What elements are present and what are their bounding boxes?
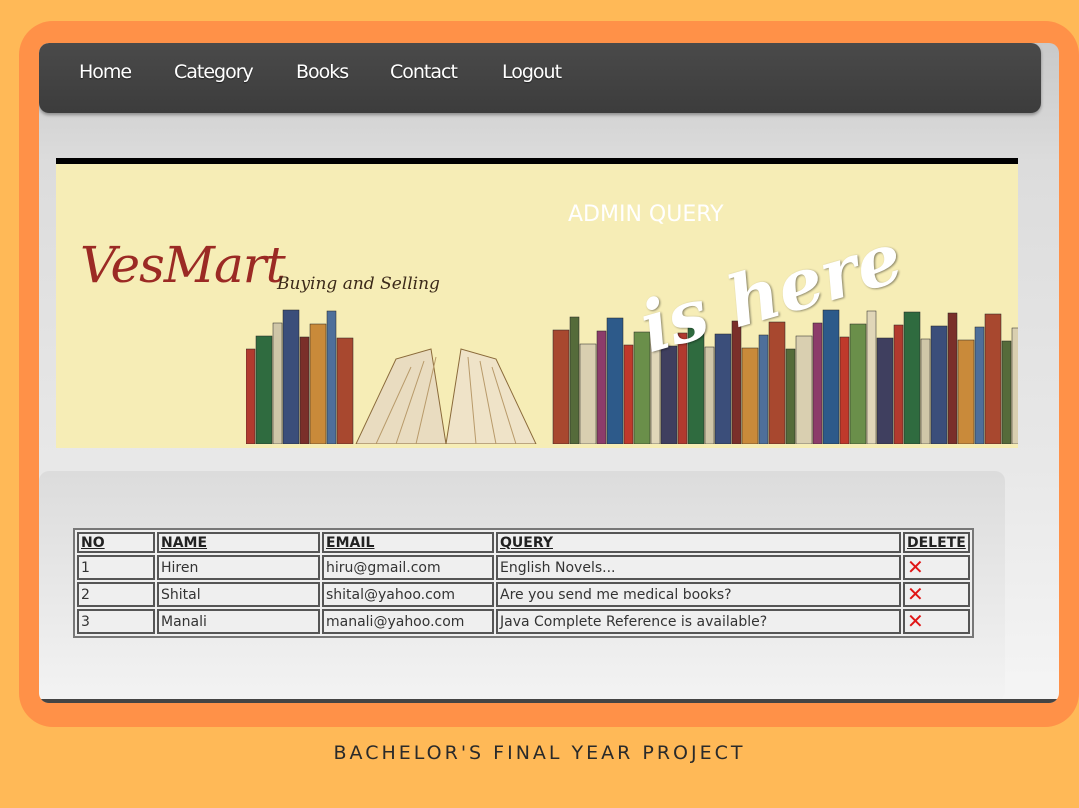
open-book-icon xyxy=(355,348,537,444)
nav-home-link[interactable]: Home xyxy=(79,61,132,83)
cell-no: 1 xyxy=(77,555,155,580)
column-header-email: EMAIL xyxy=(322,532,494,553)
cell-no: 2 xyxy=(77,582,155,607)
delete-x-icon[interactable]: ✕ xyxy=(907,555,924,579)
cell-delete: ✕ xyxy=(903,555,970,580)
cell-name: Shital xyxy=(157,582,320,607)
header-banner: ADMIN QUERY VesMart Buying and Selling i… xyxy=(56,158,1018,448)
delete-x-icon[interactable]: ✕ xyxy=(907,609,924,633)
cell-name: Manali xyxy=(157,609,320,634)
cell-delete: ✕ xyxy=(903,582,970,607)
cell-query: Are you send me medical books? xyxy=(496,582,901,607)
column-header-delete: DELETE xyxy=(903,532,970,553)
nav-category-link[interactable]: Category xyxy=(174,61,254,83)
cell-name: Hiren xyxy=(157,555,320,580)
content-panel: NO NAME EMAIL QUERY DELETE 1 Hiren hiru@… xyxy=(39,471,1005,701)
cell-query: Java Complete Reference is available? xyxy=(496,609,901,634)
column-header-name: NAME xyxy=(157,532,320,553)
page-title: ADMIN QUERY xyxy=(568,202,724,227)
cell-email: shital@yahoo.com xyxy=(322,582,494,607)
cell-email: hiru@gmail.com xyxy=(322,555,494,580)
app-screenshot: Home Category Books Contact Logout ADMIN… xyxy=(39,43,1059,703)
bookshelf-illustration xyxy=(246,309,1018,444)
cell-email: manali@yahoo.com xyxy=(322,609,494,634)
nav-logout-link[interactable]: Logout xyxy=(502,61,562,83)
table-row: 1 Hiren hiru@gmail.com English Novels...… xyxy=(77,555,970,580)
table-row: 3 Manali manali@yahoo.com Java Complete … xyxy=(77,609,970,634)
nav-books-link[interactable]: Books xyxy=(296,61,349,83)
table-row: 2 Shital shital@yahoo.com Are you send m… xyxy=(77,582,970,607)
nav-contact-link[interactable]: Contact xyxy=(390,61,458,83)
table-header-row: NO NAME EMAIL QUERY DELETE xyxy=(77,532,970,553)
queries-table: NO NAME EMAIL QUERY DELETE 1 Hiren hiru@… xyxy=(73,528,974,638)
slide-caption: BACHELOR'S FINAL YEAR PROJECT xyxy=(333,742,746,764)
bottom-divider xyxy=(39,699,1059,703)
cell-query: English Novels... xyxy=(496,555,901,580)
cell-delete: ✕ xyxy=(903,609,970,634)
top-navbar: Home Category Books Contact Logout xyxy=(39,43,1041,113)
cell-no: 3 xyxy=(77,609,155,634)
column-header-no: NO xyxy=(77,532,155,553)
column-header-query: QUERY xyxy=(496,532,901,553)
delete-x-icon[interactable]: ✕ xyxy=(907,582,924,606)
site-logo: VesMart xyxy=(80,236,286,294)
